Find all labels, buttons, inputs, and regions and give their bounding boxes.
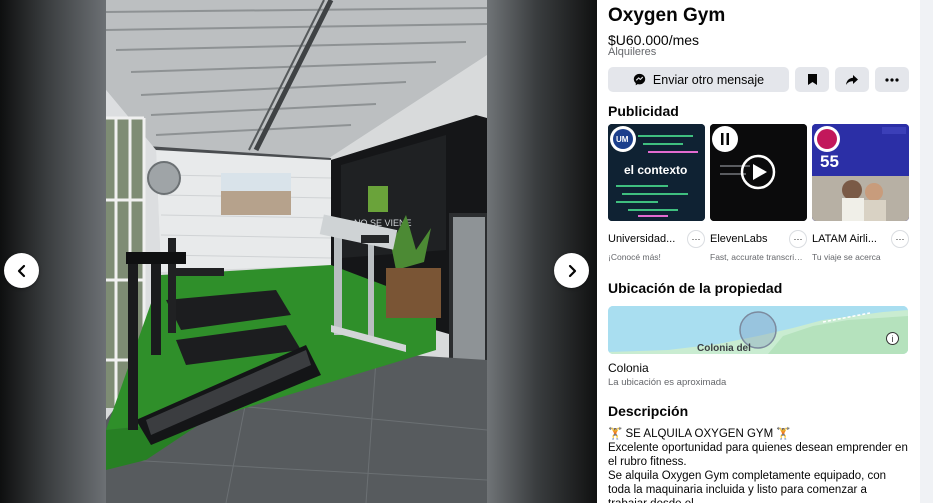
ad-card-latam[interactable]: 55 LATAM Airli... ··· Tu viaje se acerca [812,124,909,262]
previous-photo-button[interactable] [4,253,39,288]
description-line: 🏋 SE ALQUILA OXYGEN GYM 🏋 [608,428,791,440]
share-button[interactable] [835,67,869,92]
ads-carousel: UM el contexto Universidad... ··· ¡Conoc… [608,124,910,262]
listing-details-panel: Oxygen Gym $U60.000/mes Alquileres Envia… [597,0,920,503]
ad-thumbnail[interactable]: 55 [812,124,909,221]
ad-tagline: Tu viaje se acerca [812,252,881,262]
ad-options-button[interactable]: ··· [891,230,909,248]
chevron-left-icon [17,264,25,277]
travel-promo-image: 55 [812,124,909,221]
info-icon[interactable]: i [886,332,899,345]
photo-blur-left [0,0,106,503]
messenger-icon [633,73,646,86]
page-scrollbar[interactable] [920,0,933,503]
more-options-button[interactable] [875,67,909,92]
ad-tagline: Fast, accurate transcript... [710,252,807,262]
description-line: Excelente oportunidad para quienes desea… [608,442,908,468]
ad-advertiser-name[interactable]: ElevenLabs [710,233,786,245]
next-photo-button[interactable] [554,253,589,288]
save-button[interactable] [795,67,829,92]
ad-card-elevenlabs[interactable]: ElevenLabs ··· Fast, accurate transcript… [710,124,807,262]
description-heading: Descripción [608,403,689,419]
ellipsis-icon [885,77,899,82]
video-thumbnail-image [710,124,807,221]
listing-photo[interactable]: NO SE VIENE [106,0,487,503]
ad-options-button[interactable]: ··· [687,230,705,248]
ad-card-universidad[interactable]: UM el contexto Universidad... ··· ¡Conoc… [608,124,705,262]
description-line: Se alquila Oxygen Gym completamente equi… [608,470,887,503]
send-message-button[interactable]: Enviar otro mensaje [608,67,789,92]
location-heading: Ubicación de la propiedad [608,280,783,296]
photo-blur-right [487,0,597,503]
listing-title: Oxygen Gym [608,5,726,26]
ad-thumb-text: el contexto [624,163,687,177]
location-approx-note: La ubicación es aproximada [608,377,727,388]
ads-heading: Publicidad [608,103,679,119]
media-viewer: NO SE VIENE [0,0,597,503]
ad-thumbnail[interactable] [710,124,807,221]
ad-options-button[interactable]: ··· [789,230,807,248]
map-tiles [608,306,908,354]
action-bar: Enviar otro mensaje [608,67,909,92]
map-place-label: Colonia del [697,343,751,354]
chevron-right-icon [568,264,576,277]
listing-description: 🏋 SE ALQUILA OXYGEN GYM 🏋 Excelente opor… [608,427,908,503]
listing-category[interactable]: Alquileres [608,46,656,58]
share-arrow-icon [846,74,858,85]
ad-advertiser-name[interactable]: Universidad... [608,233,684,245]
ad-logo-text: UM [616,135,629,144]
bookmark-icon [807,74,817,85]
ad-thumbnail[interactable]: UM el contexto [608,124,705,221]
code-screen-image: UM el contexto [608,124,705,221]
location-map[interactable]: Colonia del i [608,306,908,354]
gym-photo-illustration: NO SE VIENE [106,0,487,503]
ad-tagline: ¡Conocé más! [608,252,661,262]
ad-advertiser-name[interactable]: LATAM Airli... [812,233,888,245]
ad-thumb-text: 55 [820,152,839,171]
location-city: Colonia [608,361,649,375]
send-message-label: Enviar otro mensaje [652,72,765,87]
